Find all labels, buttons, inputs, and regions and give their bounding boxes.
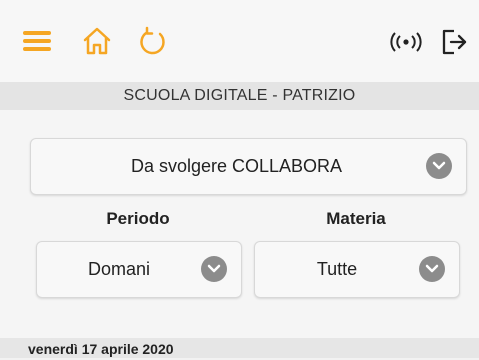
top-toolbar bbox=[0, 0, 479, 82]
broadcast-icon bbox=[390, 32, 422, 52]
chevron-down-icon bbox=[419, 256, 445, 282]
home-icon bbox=[83, 27, 111, 55]
chevron-down-icon bbox=[426, 153, 452, 179]
refresh-button[interactable] bbox=[136, 24, 170, 58]
materia-label: Materia bbox=[326, 209, 386, 228]
menu-button[interactable] bbox=[22, 28, 52, 54]
page-title: SCUOLA DIGITALE - PATRIZIO bbox=[0, 82, 479, 110]
materia-value: Tutte bbox=[316, 259, 358, 279]
periodo-select[interactable]: Domani bbox=[36, 241, 242, 298]
broadcast-button[interactable] bbox=[386, 30, 426, 54]
activity-type-select[interactable]: Da svolgere COLLABORA bbox=[30, 138, 467, 195]
menu-icon bbox=[23, 31, 51, 51]
materia-select[interactable]: Tutte bbox=[254, 241, 460, 298]
date-header: venerdì 17 aprile 2020 bbox=[0, 338, 479, 358]
periodo-value: Domani bbox=[87, 259, 151, 279]
periodo-label: Periodo bbox=[106, 209, 170, 228]
activity-type-value: Da svolgere COLLABORA bbox=[130, 156, 343, 176]
logout-button[interactable] bbox=[438, 26, 470, 58]
home-button[interactable] bbox=[80, 24, 114, 58]
logout-icon bbox=[442, 29, 467, 55]
chevron-down-icon bbox=[201, 256, 227, 282]
refresh-icon bbox=[140, 26, 165, 55]
